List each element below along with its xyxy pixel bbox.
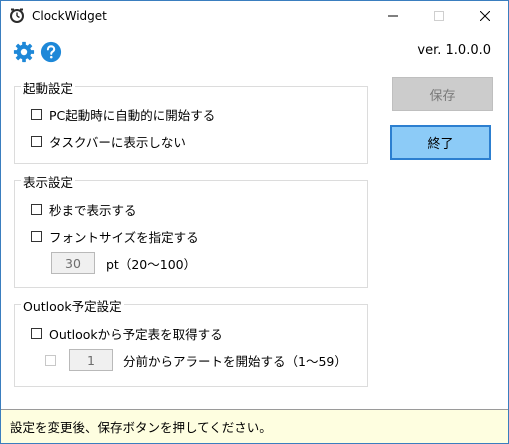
group-label: 起動設定: [21, 78, 76, 97]
checkbox-box[interactable]: [31, 231, 42, 242]
status-bar: 設定を変更後、保存ボタンを押してください。: [1, 409, 508, 443]
settings-gear-icon[interactable]: [13, 41, 35, 63]
exit-button[interactable]: 終了: [390, 125, 491, 160]
help-icon[interactable]: [40, 41, 62, 63]
outlook-fetch-checkbox[interactable]: Outlookから予定表を取得する: [31, 324, 223, 343]
startup-settings-group: 起動設定 PC起動時に自動的に開始する タスクバーに表示しない: [14, 78, 368, 164]
checkbox-label: フォントサイズを指定する: [49, 230, 199, 245]
app-window: ClockWidget ver. 1.0.0.0 起動設定 PC起動時に自動的に…: [0, 0, 509, 444]
version-label: ver. 1.0.0.0: [417, 43, 491, 58]
show-seconds-checkbox[interactable]: 秒まで表示する: [31, 200, 137, 219]
checkbox-box[interactable]: [31, 328, 42, 339]
status-message: 設定を変更後、保存ボタンを押してください。: [10, 420, 272, 435]
font-size-row: 30 pt（20～100）: [51, 252, 196, 274]
window-title: ClockWidget: [32, 9, 107, 23]
hide-taskbar-checkbox[interactable]: タスクバーに表示しない: [31, 132, 186, 151]
group-label: Outlook予定設定: [21, 296, 124, 315]
checkbox-box[interactable]: [31, 136, 42, 147]
alert-label: 分前からアラートを開始する（1～59）: [123, 353, 347, 369]
title-bar[interactable]: ClockWidget: [1, 1, 508, 31]
display-settings-group: 表示設定 秒まで表示する フォントサイズを指定する 30 pt（20～100）: [14, 172, 368, 288]
checkbox-label: Outlookから予定表を取得する: [49, 327, 223, 342]
font-size-input[interactable]: 30: [51, 252, 95, 274]
font-size-unit-label: pt（20～100）: [106, 256, 197, 272]
alert-minutes-input[interactable]: 1: [69, 349, 113, 371]
checkbox-label: PC起動時に自動的に開始する: [49, 108, 216, 123]
checkbox-box[interactable]: [31, 204, 42, 215]
maximize-button[interactable]: [416, 1, 462, 31]
font-size-checkbox[interactable]: フォントサイズを指定する: [31, 227, 199, 246]
close-icon: [480, 11, 490, 21]
alert-row: 1 分前からアラートを開始する（1～59）: [45, 349, 347, 371]
outlook-settings-group: Outlook予定設定 Outlookから予定表を取得する 1 分前からアラート…: [14, 296, 368, 387]
close-button[interactable]: [462, 1, 508, 31]
checkbox-label: タスクバーに表示しない: [49, 135, 186, 150]
checkbox-box[interactable]: [31, 109, 42, 120]
clock-icon: [10, 8, 24, 23]
maximize-icon: [434, 11, 444, 21]
minimize-icon: [388, 15, 398, 17]
start-on-boot-checkbox[interactable]: PC起動時に自動的に開始する: [31, 105, 215, 124]
minimize-button[interactable]: [370, 1, 416, 31]
main-panel: ver. 1.0.0.0 起動設定 PC起動時に自動的に開始する タスクバーに表…: [1, 31, 508, 409]
save-button[interactable]: 保存: [392, 77, 493, 111]
alert-checkbox[interactable]: [45, 354, 56, 366]
group-label: 表示設定: [21, 172, 76, 191]
checkbox-label: 秒まで表示する: [49, 203, 137, 218]
